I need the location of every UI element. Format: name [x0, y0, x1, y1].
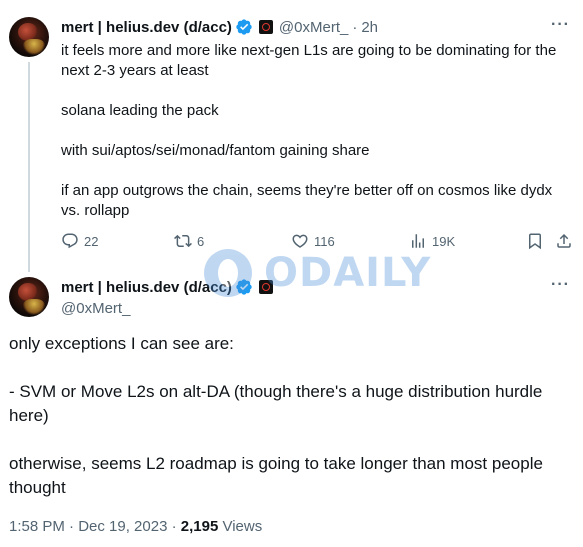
tweet-line: solana leading the pack	[61, 102, 219, 119]
heart-icon	[292, 234, 308, 248]
share-icon	[557, 233, 571, 248]
views-button[interactable]: 19K	[409, 232, 455, 250]
tweet-1-header: mert | helius.dev (d/acc) @0xMert_ · 2h	[61, 18, 378, 36]
tweet-actions: 22 6 116 19K	[61, 232, 576, 256]
verified-badge-icon	[236, 279, 252, 295]
tweet-meta: 1:58 PM · Dec 19, 2023 · 2,195 Views	[9, 518, 262, 535]
views-icon	[412, 234, 424, 248]
retweet-count: 6	[197, 233, 205, 249]
tweet-time[interactable]: 2h	[361, 19, 378, 36]
retweet-button[interactable]: 6	[174, 232, 204, 250]
views-count: 2,195	[180, 518, 219, 535]
views-label: Views	[218, 518, 263, 535]
avatar[interactable]	[9, 277, 49, 317]
separator-dot: ·	[352, 18, 358, 36]
tweet-paragraph: only exceptions I can see are:	[9, 334, 234, 353]
views-count: 19K	[432, 233, 456, 249]
thread-connector-line	[28, 62, 30, 272]
share-button[interactable]	[555, 232, 573, 250]
author-handle[interactable]: @0xMert_	[279, 19, 348, 36]
bookmark-button[interactable]	[526, 232, 544, 250]
org-badge-icon	[258, 280, 273, 294]
tweet-paragraph: otherwise, seems L2 roadmap is going to …	[9, 454, 543, 497]
tweet-1[interactable]: mert | helius.dev (d/acc) @0xMert_ · 2h …	[0, 0, 583, 272]
retweet-icon	[174, 234, 192, 248]
avatar[interactable]	[9, 17, 49, 57]
reply-icon	[62, 233, 78, 249]
reply-button[interactable]: 22	[61, 232, 98, 250]
like-button[interactable]: 116	[291, 232, 335, 250]
more-icon[interactable]: ···	[551, 16, 570, 34]
verified-badge-icon	[236, 19, 252, 35]
tweet-line: it feels more and more like next-gen L1s…	[61, 42, 557, 79]
reply-count: 22	[84, 233, 99, 249]
like-count: 116	[314, 233, 335, 249]
org-badge-icon	[258, 20, 273, 34]
author-handle[interactable]: @0xMert_	[61, 300, 130, 317]
bookmark-icon	[529, 233, 541, 250]
author-name[interactable]: mert | helius.dev (d/acc)	[61, 279, 232, 296]
tweet-line: with sui/aptos/sei/monad/fantom gaining …	[61, 142, 370, 159]
more-icon[interactable]: ···	[551, 276, 570, 294]
author-name[interactable]: mert | helius.dev (d/acc)	[61, 19, 232, 36]
tweet-2-header: mert | helius.dev (d/acc)	[61, 278, 273, 296]
tweet-timestamp[interactable]: 1:58 PM · Dec 19, 2023 ·	[9, 518, 181, 535]
tweet-line: if an app outgrows the chain, seems they…	[61, 182, 553, 219]
tweet-paragraph: - SVM or Move L2s on alt-DA (though ther…	[9, 382, 543, 425]
tweet-1-text: it feels more and more like next-gen L1s…	[61, 41, 573, 221]
tweet-2-text: only exceptions I can see are: - SVM or …	[9, 332, 575, 500]
